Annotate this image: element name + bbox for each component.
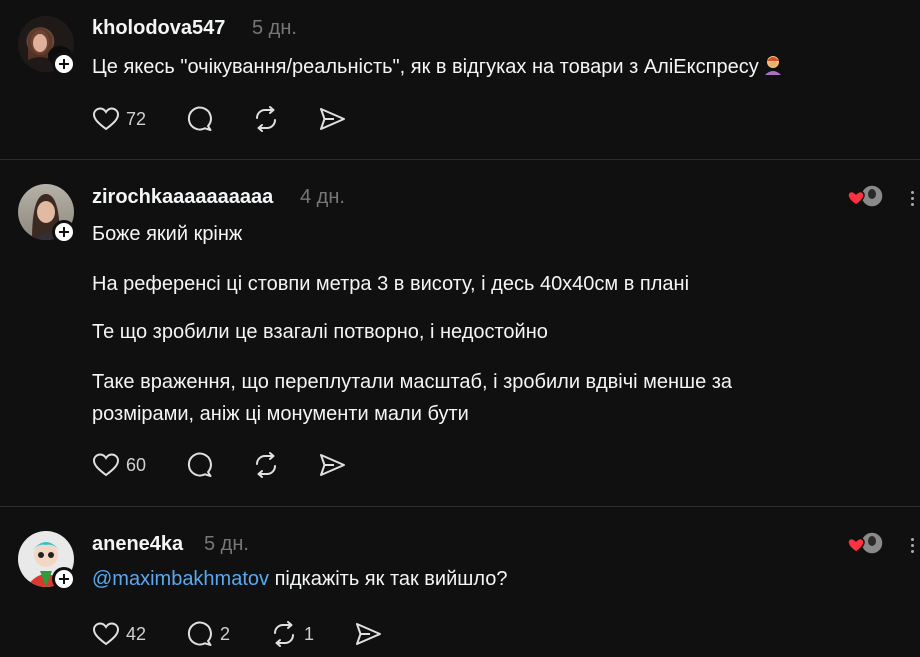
heart-icon <box>92 453 120 477</box>
timestamp[interactable]: 5 дн. <box>204 533 249 556</box>
comment-text: Це якесь "очікування/реальність", як в в… <box>92 51 785 87</box>
like-count: 60 <box>126 454 147 475</box>
share-button[interactable] <box>354 621 382 647</box>
like-count: 72 <box>126 108 147 129</box>
avatar[interactable] <box>18 16 76 76</box>
comment-paragraph: Те що зробили це взагалі потворно, і нед… <box>92 321 548 343</box>
reply-button[interactable] <box>186 452 214 478</box>
author-liked-indicator <box>846 184 886 210</box>
repost-count: 1 <box>304 623 315 644</box>
share-button[interactable] <box>318 106 346 132</box>
reply-count: 2 <box>220 623 231 644</box>
comment-text: Боже який крінж На референсі ці стовпи м… <box>92 218 732 430</box>
comment-2: zirochkaaaaaaaaaa 4 дн. Боже який крінж … <box>0 160 920 506</box>
comment-paragraph: На референсі ці стовпи метра 3 в висоту,… <box>92 273 690 295</box>
username[interactable]: zirochkaaaaaaaaaa <box>92 186 273 209</box>
facepalm-emoji-icon <box>761 53 785 87</box>
repost-button[interactable] <box>252 452 280 478</box>
like-button[interactable]: 72 <box>92 106 146 132</box>
repost-icon <box>274 621 294 647</box>
repost-icon <box>256 452 276 478</box>
follow-plus-icon[interactable] <box>52 567 76 591</box>
like-count: 42 <box>126 623 147 644</box>
reply-button[interactable] <box>186 106 214 132</box>
comment-icon <box>187 452 212 477</box>
reply-button[interactable]: 2 <box>186 621 230 647</box>
more-options-icon[interactable] <box>904 186 920 210</box>
timestamp[interactable]: 4 дн. <box>300 186 345 209</box>
mention-link[interactable]: @maximbakhmatov <box>92 568 269 590</box>
repost-button[interactable] <box>252 106 280 132</box>
heart-icon <box>92 622 120 646</box>
avatar[interactable] <box>18 184 76 244</box>
comment-paragraph: розмірами, аніж ці монументи мали бути <box>92 403 469 425</box>
username[interactable]: anene4ka <box>92 533 183 556</box>
comment-paragraph: підкажіть як так вийшло? <box>269 568 508 590</box>
send-icon <box>356 623 381 645</box>
comment-icon <box>187 106 212 131</box>
comment-3: anene4ka 5 дн. @maximbakhmatov підкажіть… <box>0 507 920 657</box>
heart-icon <box>92 107 120 131</box>
follow-plus-icon[interactable] <box>52 52 76 76</box>
comment-paragraph: Боже який крінж <box>92 223 243 245</box>
author-liked-indicator <box>846 531 886 557</box>
repost-button[interactable]: 1 <box>270 621 314 647</box>
share-button[interactable] <box>318 452 346 478</box>
comment-text: @maximbakhmatov підкажіть як так вийшло? <box>92 563 507 595</box>
comment-paragraph: Це якесь "очікування/реальність", як в в… <box>92 56 759 78</box>
follow-plus-icon[interactable] <box>52 220 76 244</box>
send-icon <box>320 108 345 130</box>
comment-1: kholodova547 5 дн. Це якесь "очікування/… <box>0 0 920 160</box>
like-button[interactable]: 42 <box>92 621 146 647</box>
timestamp[interactable]: 5 дн. <box>252 17 297 40</box>
avatar[interactable] <box>18 531 76 591</box>
comment-icon <box>187 621 212 646</box>
comment-paragraph: Таке враження, що переплутали масштаб, і… <box>92 371 733 393</box>
username[interactable]: kholodova547 <box>92 17 225 40</box>
more-options-icon[interactable] <box>904 533 920 557</box>
repost-icon <box>256 106 276 132</box>
send-icon <box>320 454 345 476</box>
like-button[interactable]: 60 <box>92 452 146 478</box>
